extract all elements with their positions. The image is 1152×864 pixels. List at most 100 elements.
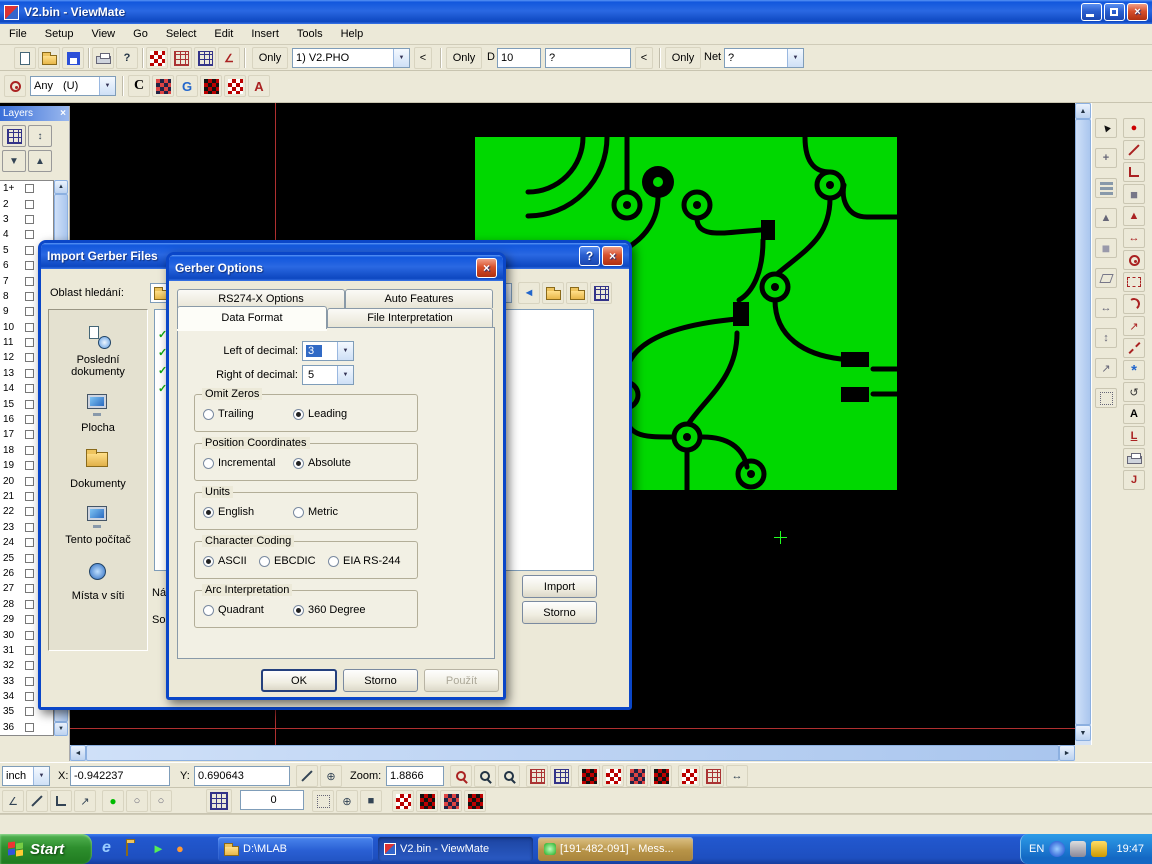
transform-button[interactable]: ↗ (1095, 358, 1117, 378)
language-indicator[interactable]: EN (1029, 843, 1044, 855)
layer-visibility-checkbox[interactable] (25, 400, 34, 409)
left-of-decimal-combobox[interactable]: 3 ▼ (302, 341, 354, 361)
layer-visibility-checkbox[interactable] (25, 523, 34, 532)
dialog-help-button[interactable]: ? (579, 246, 600, 266)
draw-polygon-button[interactable]: ▲ (1123, 206, 1145, 226)
layer-visibility-checkbox[interactable] (25, 584, 34, 593)
dcode-pattern-button-4[interactable] (650, 765, 672, 787)
layer-visibility-checkbox[interactable] (25, 600, 34, 609)
layer-visibility-checkbox[interactable] (25, 230, 34, 239)
layer-visibility-checkbox[interactable] (25, 646, 34, 655)
menu-item[interactable]: File (0, 24, 36, 45)
gerber-options-close-button[interactable]: × (476, 258, 497, 278)
layer-visibility-checkbox[interactable] (25, 184, 34, 193)
radio-ascii[interactable] (203, 556, 214, 567)
layers-close-button[interactable]: × (60, 108, 66, 119)
radio-leading[interactable] (293, 409, 304, 420)
new-folder-button[interactable] (566, 282, 588, 304)
skew-button[interactable] (1095, 268, 1117, 288)
cancel-button[interactable]: Storno (343, 669, 418, 692)
mirror-pads-button[interactable]: ↔ (1123, 228, 1145, 248)
raise-layer-button[interactable]: ▲ (1095, 208, 1117, 228)
layer-visibility-checkbox[interactable] (25, 353, 34, 362)
lamp-off-button-1[interactable]: ○ (126, 790, 148, 812)
window-titlebar[interactable]: V2.bin - ViewMate × (0, 0, 1152, 24)
pad-grid-button[interactable] (200, 75, 222, 97)
paint-pattern-button-2[interactable] (416, 790, 438, 812)
import-cancel-button[interactable]: Storno (522, 601, 597, 624)
rotate-button[interactable]: ↺ (1123, 382, 1145, 402)
active-layer-combobox[interactable]: 1) V2.PHO ▼ (292, 48, 410, 68)
draw-arc-button[interactable] (1123, 294, 1145, 314)
draw-rect-outline-button[interactable] (1123, 272, 1145, 292)
taskbar-item-messenger[interactable]: [191-482-091] - Mess... (538, 837, 693, 861)
save-file-button[interactable] (62, 47, 84, 69)
draw-polyline-button[interactable] (1123, 162, 1145, 182)
layer-scroll-down-button[interactable]: ▼ (54, 722, 68, 736)
paint-pattern-button-4[interactable] (464, 790, 486, 812)
align-button[interactable]: ↕ (1095, 328, 1117, 348)
layer-row[interactable]: 3 (0, 212, 53, 227)
radio-absolute[interactable] (293, 458, 304, 469)
layer-visibility-checkbox[interactable] (25, 507, 34, 516)
draw-pad-button[interactable]: ● (1123, 118, 1145, 138)
layer-visibility-checkbox[interactable] (25, 692, 34, 701)
place-desktop[interactable]: Plocha (49, 392, 147, 434)
menu-item[interactable]: View (82, 24, 124, 45)
mirror-button[interactable]: ↔ (1095, 298, 1117, 318)
view-menu-button[interactable] (590, 282, 612, 304)
layer-visibility-checkbox[interactable] (25, 569, 34, 578)
zoom-redraw-button[interactable] (450, 765, 472, 787)
quicklaunch-arrow-button[interactable]: ► (152, 841, 165, 856)
draw-rect-filled-button[interactable]: ■ (1123, 184, 1145, 204)
horizontal-scrollbar[interactable]: ◄ ► (70, 745, 1075, 761)
snap-grid-button[interactable] (1095, 388, 1117, 408)
start-button[interactable]: Start (0, 834, 92, 864)
vertical-scrollbar[interactable]: ▲ ▼ (1075, 103, 1091, 745)
context-help-button[interactable]: ? (116, 47, 138, 69)
radio-ebcdic[interactable] (259, 556, 270, 567)
taskbar-item-viewmate[interactable]: V2.bin - ViewMate (378, 837, 533, 861)
radio-incremental[interactable] (203, 458, 214, 469)
zoom-value-field[interactable]: 1.8866 (386, 766, 444, 786)
add-text-button[interactable]: A (1123, 404, 1145, 424)
aperture-filter-combobox[interactable]: Any (U) ▼ (30, 76, 116, 96)
layer-visibility-checkbox[interactable] (25, 323, 34, 332)
layer-visibility-checkbox[interactable] (25, 707, 34, 716)
highlight-led-button[interactable]: ● (102, 790, 124, 812)
clock[interactable]: 19:47 (1116, 843, 1144, 855)
horizontal-scroll-thumb[interactable] (86, 745, 1059, 761)
layer-row[interactable]: 1+ (0, 181, 53, 196)
layer-table-button[interactable] (2, 125, 26, 147)
close-button[interactable]: × (1127, 3, 1148, 21)
go-back-button[interactable]: ◄ (518, 282, 540, 304)
grid-toggle-button[interactable] (526, 765, 548, 787)
gerber-options-titlebar[interactable]: Gerber Options × (169, 255, 503, 281)
hook-trace-button[interactable]: J (1123, 470, 1145, 490)
layer-visibility-checkbox[interactable] (25, 215, 34, 224)
layer-visibility-checkbox[interactable] (25, 677, 34, 686)
quicklaunch-browser-button[interactable]: e (102, 839, 111, 857)
ok-button[interactable]: OK (261, 669, 337, 692)
dcode-pattern-button-5[interactable] (678, 765, 700, 787)
layer-row[interactable]: 36 (0, 720, 53, 735)
radio-eia-rs244-label[interactable]: EIA RS-244 (343, 555, 400, 567)
layer-stack-button[interactable] (1095, 178, 1117, 198)
tab-file-interpretation[interactable]: File Interpretation (327, 308, 493, 327)
layer-visibility-checkbox[interactable] (25, 461, 34, 470)
draw-circle-pad-button[interactable] (1123, 250, 1145, 270)
radio-english[interactable] (203, 507, 214, 518)
layer-visibility-checkbox[interactable] (25, 430, 34, 439)
layer-visibility-checkbox[interactable] (25, 631, 34, 640)
scroll-up-button[interactable]: ▲ (1075, 103, 1091, 119)
place-documents[interactable]: Dokumenty (49, 448, 147, 490)
layer-visibility-checkbox[interactable] (25, 538, 34, 547)
vertical-scroll-thumb[interactable] (1075, 119, 1091, 725)
layer-visibility-checkbox[interactable] (25, 277, 34, 286)
previous-layer-button[interactable]: < (414, 47, 432, 69)
net-combobox[interactable]: ? ▼ (724, 48, 804, 68)
minimize-button[interactable] (1081, 3, 1102, 21)
menu-item[interactable]: Go (124, 24, 157, 45)
layer-row[interactable]: 2 (0, 196, 53, 211)
layer-swap-button[interactable]: ↕ (28, 125, 52, 147)
